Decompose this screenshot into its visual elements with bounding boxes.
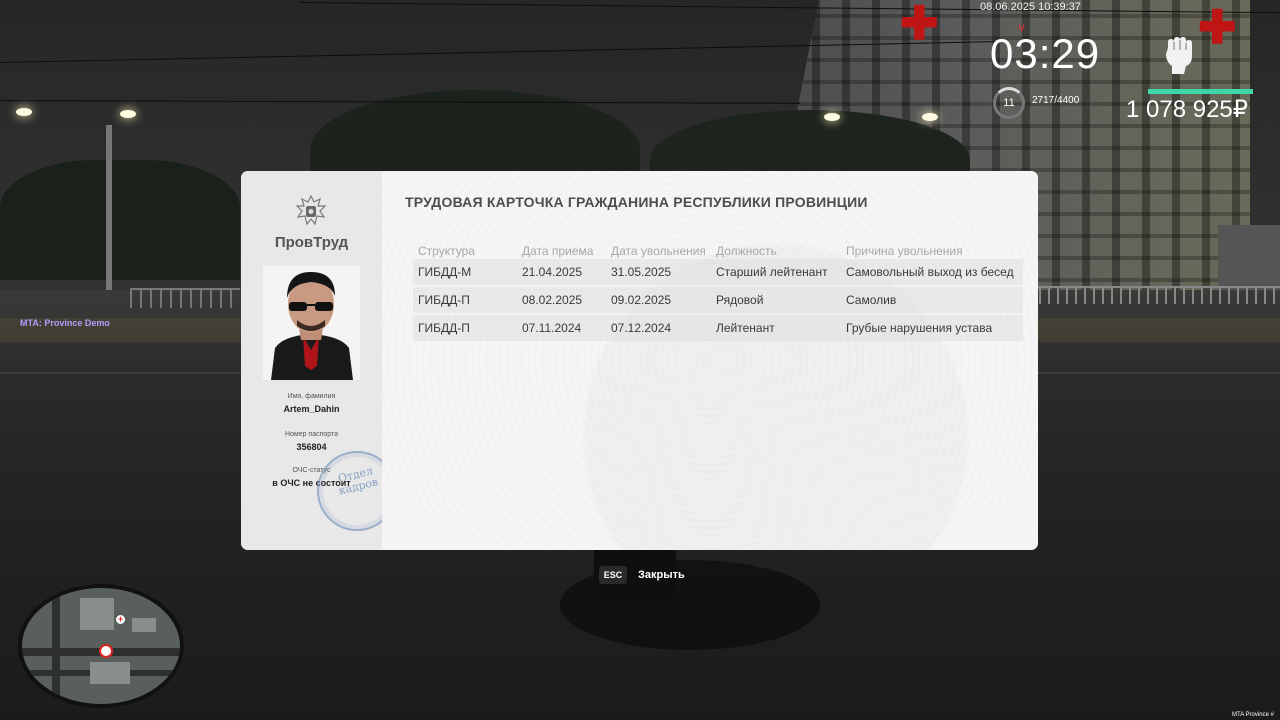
cell-reason: Самолив bbox=[846, 293, 897, 307]
cell-hired: 07.11.2024 bbox=[522, 321, 582, 335]
minimap-road bbox=[52, 588, 60, 704]
close-button[interactable]: Закрыть bbox=[638, 569, 685, 581]
citizen-photo bbox=[263, 266, 360, 380]
corner-label: MTA Province # bbox=[1232, 712, 1274, 718]
table-row: ГИБДД-М 21.04.2025 31.05.2025 Старший ле… bbox=[413, 259, 1023, 285]
hud-datetime: 08.06.2025 10:39:37 bbox=[980, 1, 1081, 13]
money-balance: 1 078 925₽ bbox=[1126, 96, 1249, 123]
name-label: Имя, фамилия bbox=[287, 393, 336, 400]
fist-icon bbox=[1162, 34, 1196, 76]
passport-label: Номер паспорта bbox=[284, 431, 339, 438]
labor-card-dialog: ПровТруд Имя, фамилия Artem_Dahin Номер … bbox=[241, 171, 1038, 550]
street-lamp bbox=[824, 113, 840, 121]
employment-history-panel bbox=[382, 171, 1038, 550]
hud-time: 03:29 bbox=[990, 30, 1101, 77]
health-bar bbox=[1148, 89, 1253, 94]
street-lamp bbox=[922, 113, 938, 121]
fence-right bbox=[1030, 286, 1280, 304]
player-marker-icon bbox=[99, 644, 113, 658]
cell-structure: ГИБДД-П bbox=[418, 293, 470, 307]
card-title: ТРУДОВАЯ КАРТОЧКА ГРАЖДАНИНА РЕСПУБЛИКИ … bbox=[405, 194, 868, 210]
table-row: ГИБДД-П 07.11.2024 07.12.2024 Лейтенант … bbox=[413, 315, 1023, 341]
cell-position: Рядовой bbox=[716, 293, 764, 307]
cell-hired: 21.04.2025 bbox=[522, 265, 583, 279]
hospital-cross-sign: ✚ bbox=[1198, 1, 1237, 53]
cell-fired: 09.02.2025 bbox=[611, 293, 672, 307]
minimap: + bbox=[18, 584, 184, 708]
level-indicator: 11 bbox=[993, 87, 1025, 119]
street-lamp bbox=[120, 110, 136, 118]
table-row: ГИБДД-П 08.02.2025 09.02.2025 Рядовой Са… bbox=[413, 287, 1023, 313]
level-value: 11 bbox=[1003, 97, 1015, 109]
cell-structure: ГИБДД-П bbox=[418, 321, 470, 335]
fence-left bbox=[130, 288, 240, 308]
cell-position: Старший лейтенант bbox=[716, 265, 828, 279]
minimap-map: + bbox=[22, 588, 180, 704]
column-header-position: Должность bbox=[716, 244, 777, 258]
brand-name: ПровТруд bbox=[274, 234, 349, 251]
street-pole bbox=[106, 125, 112, 290]
hospital-cross-sign: ✚ bbox=[900, 0, 939, 49]
cell-reason: Самовольный выход из бесед bbox=[846, 265, 1014, 279]
minimap-building bbox=[80, 598, 114, 630]
cell-fired: 07.12.2024 bbox=[611, 321, 672, 335]
minimap-building bbox=[90, 662, 130, 684]
column-header-hired: Дата приема bbox=[522, 244, 594, 258]
name-value: Artem_Dahin bbox=[283, 404, 340, 414]
cell-hired: 08.02.2025 bbox=[522, 293, 583, 307]
esc-key-button[interactable]: ESC bbox=[599, 566, 627, 584]
cell-fired: 31.05.2025 bbox=[611, 265, 672, 279]
eagle-emblem-icon bbox=[293, 193, 329, 229]
street-lamp bbox=[16, 108, 32, 116]
minimap-building bbox=[132, 618, 156, 632]
hospital-marker-icon: + bbox=[116, 614, 125, 624]
cell-structure: ГИБДД-М bbox=[418, 265, 472, 279]
cell-position: Лейтенант bbox=[716, 321, 775, 335]
trees-left bbox=[0, 160, 240, 280]
column-header-reason: Причина увольнения bbox=[846, 244, 963, 258]
column-header-fired: Дата увольнения bbox=[611, 244, 705, 258]
xp-progress: 2717/4400 bbox=[1032, 95, 1080, 106]
cell-reason: Грубые нарушения устава bbox=[846, 321, 993, 335]
building-side bbox=[1218, 225, 1280, 295]
server-label: MTA: Province Demo bbox=[20, 318, 110, 328]
column-header-structure: Структура bbox=[418, 244, 475, 258]
